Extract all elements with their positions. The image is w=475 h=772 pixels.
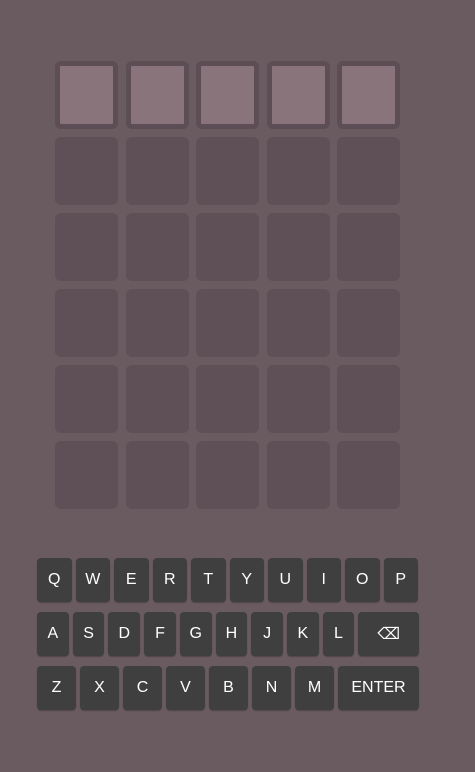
key-v[interactable]: V [166, 666, 205, 710]
key-l[interactable]: L [322, 612, 355, 656]
key-c[interactable]: C [123, 666, 162, 710]
tile-r6-c3 [196, 441, 259, 509]
key-k[interactable]: K [286, 612, 319, 656]
enter-key[interactable]: ENTER [338, 666, 419, 710]
tile-r5-c4 [266, 365, 330, 433]
tile-r3-c2 [125, 213, 189, 281]
tile-r2-c1 [55, 137, 118, 205]
tile-r1-c1 [55, 61, 118, 129]
backspace-key[interactable]: ⌫ [358, 612, 419, 656]
key-r[interactable]: R [152, 558, 187, 602]
key-a[interactable]: A [37, 612, 69, 656]
key-d[interactable]: D [108, 612, 141, 656]
tile-r5-c3 [196, 365, 259, 433]
tile-r3-c5 [337, 213, 400, 281]
key-y[interactable]: Y [229, 558, 264, 602]
tile-r2-c4 [266, 137, 330, 205]
key-i[interactable]: I [306, 558, 341, 602]
tile-r4-c5 [337, 289, 400, 357]
key-f[interactable]: F [144, 612, 176, 656]
key-u[interactable]: U [268, 558, 303, 602]
key-p[interactable]: P [383, 558, 418, 602]
keyboard-row-3: Z X C V B N M ENTER [37, 666, 419, 710]
backspace-icon: ⌫ [377, 626, 400, 643]
key-w[interactable]: W [75, 558, 110, 602]
tile-r1-c5 [337, 61, 400, 129]
key-q[interactable]: Q [37, 558, 72, 602]
tile-r6-c5 [337, 441, 400, 509]
tile-r5-c1 [55, 365, 118, 433]
key-o[interactable]: O [345, 558, 380, 602]
key-z[interactable]: Z [37, 666, 76, 710]
key-h[interactable]: H [215, 612, 248, 656]
keyboard-row-1: Q W E R T Y U I O P [37, 558, 419, 602]
tile-r1-c2 [125, 61, 189, 129]
tile-r6-c4 [266, 441, 330, 509]
tile-r6-c1 [55, 441, 118, 509]
key-j[interactable]: J [251, 612, 283, 656]
tile-r3-c3 [196, 213, 259, 281]
tile-r4-c1 [55, 289, 118, 357]
key-s[interactable]: S [72, 612, 105, 656]
key-m[interactable]: M [295, 666, 334, 710]
key-b[interactable]: B [209, 666, 248, 710]
tile-r4-c3 [196, 289, 259, 357]
tile-r4-c4 [266, 289, 330, 357]
game-board [55, 61, 400, 509]
tile-r4-c2 [125, 289, 189, 357]
tile-r6-c2 [125, 441, 189, 509]
tile-r3-c4 [266, 213, 330, 281]
tile-r1-c3 [196, 61, 259, 129]
key-e[interactable]: E [114, 558, 149, 602]
tile-r2-c3 [196, 137, 259, 205]
key-t[interactable]: T [191, 558, 226, 602]
key-x[interactable]: X [80, 666, 119, 710]
tile-r2-c2 [125, 137, 189, 205]
tile-r5-c5 [337, 365, 400, 433]
tile-r1-c4 [266, 61, 330, 129]
key-n[interactable]: N [252, 666, 291, 710]
tile-r5-c2 [125, 365, 189, 433]
tile-r3-c1 [55, 213, 118, 281]
tile-r2-c5 [337, 137, 400, 205]
keyboard-row-2: A S D F G H J K L ⌫ [37, 612, 419, 656]
key-g[interactable]: G [179, 612, 212, 656]
on-screen-keyboard: Q W E R T Y U I O P A S D F G H J K L ⌫ … [37, 558, 419, 720]
